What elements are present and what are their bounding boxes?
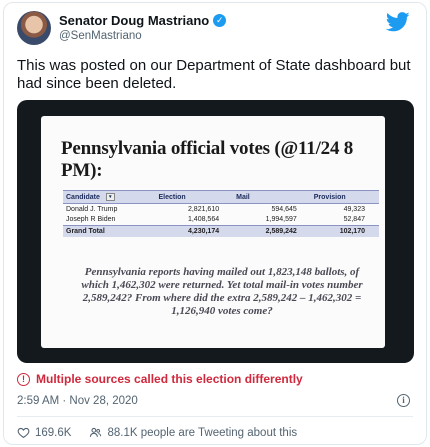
table-row: Donald J. Trump 2,821,610 594,645 49,323 xyxy=(63,204,379,215)
heart-icon xyxy=(17,427,30,439)
twitter-bird-icon[interactable] xyxy=(386,12,410,32)
table-row: Joseph R Biden 1,408,564 1,994,597 52,84… xyxy=(63,215,379,226)
like-count: 169.6K xyxy=(35,426,72,439)
avatar[interactable] xyxy=(17,11,51,45)
image-quote: Pennsylvania reports having mailed out 1… xyxy=(81,266,363,317)
table-cell: 2,589,242 xyxy=(233,225,311,237)
tweet-text: This was posted on our Department of Sta… xyxy=(17,57,411,92)
column-header: Candidate ▾ xyxy=(63,190,156,204)
table-cell: Joseph R Biden xyxy=(66,216,116,224)
screenshot-sheet: Pennsylvania official votes (@11/24 8 PM… xyxy=(41,116,385,348)
table-cell: Donald J. Trump xyxy=(66,205,118,213)
author-row: Senator Doug Mastriano ✓ xyxy=(59,13,227,28)
table-cell: 2,821,610 xyxy=(187,205,220,213)
verified-badge-icon: ✓ xyxy=(213,14,227,27)
warning-circle-icon: ! xyxy=(17,372,30,386)
table-cell: 594,645 xyxy=(271,205,297,213)
notice-text[interactable]: Multiple sources called this election di… xyxy=(36,372,303,386)
tweet-image[interactable]: Pennsylvania official votes (@11/24 8 PM… xyxy=(17,100,414,363)
divider xyxy=(17,416,413,417)
table-cell: 1,408,564 xyxy=(187,216,220,224)
table-cell: 52,847 xyxy=(343,216,365,224)
table-header-row: Candidate ▾ Election Mail Provision xyxy=(63,190,379,204)
tweet-card: Senator Doug Mastriano ✓ @SenMastriano T… xyxy=(3,2,427,445)
table-cell: Grand Total xyxy=(63,225,156,237)
author-handle[interactable]: @SenMastriano xyxy=(59,30,142,42)
table-cell: 1,994,597 xyxy=(265,216,297,224)
column-header-election: Election xyxy=(155,190,234,204)
filter-dropdown-icon: ▾ xyxy=(105,193,115,201)
column-header-candidate: Candidate xyxy=(66,193,100,201)
like-button[interactable]: 169.6K xyxy=(17,426,71,439)
election-notice[interactable]: ! Multiple sources called this election … xyxy=(17,372,303,386)
tweet-timestamp[interactable]: 2:59 AM · Nov 28, 2020 xyxy=(17,395,138,407)
column-header-mail: Mail xyxy=(233,190,311,204)
table-cell: 49,323 xyxy=(343,205,365,213)
tweeting-about-link[interactable]: 88.1K people are Tweeting about this xyxy=(89,426,297,439)
tweeting-about-text: 88.1K people are Tweeting about this xyxy=(107,426,298,439)
table-total-row: Grand Total 4,230,174 2,589,242 102,170 xyxy=(63,225,379,237)
table-cell: 4,230,174 xyxy=(155,225,234,237)
author-name[interactable]: Senator Doug Mastriano xyxy=(59,13,209,28)
info-icon[interactable]: i xyxy=(397,394,410,407)
votes-table: Candidate ▾ Election Mail Provision Dona… xyxy=(63,190,379,237)
sheet-title: Pennsylvania official votes (@11/24 8 PM… xyxy=(61,138,354,181)
column-header-provision: Provision xyxy=(310,190,379,204)
table-cell: 102,170 xyxy=(310,225,379,237)
people-icon xyxy=(90,427,102,437)
action-bar: 169.6K 88.1K people are Tweeting about t… xyxy=(17,426,297,439)
